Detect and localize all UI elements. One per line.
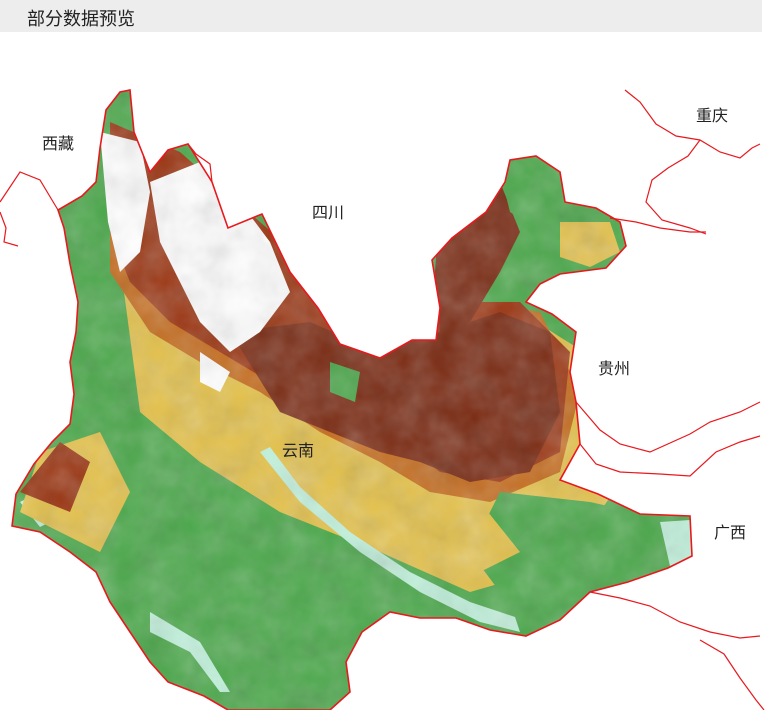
label-sichuan: 四川 <box>312 203 344 222</box>
label-yunnan: 云南 <box>282 441 314 460</box>
yunnan-elevation-fill <box>12 90 692 710</box>
map-canvas: 西藏 四川 重庆 贵州 云南 广西 <box>0 89 765 710</box>
label-chongqing: 重庆 <box>696 106 728 125</box>
elevation-map: 西藏 四川 重庆 贵州 云南 广西 <box>0 32 773 710</box>
section-title: 部分数据预览 <box>27 9 135 30</box>
label-guangxi: 广西 <box>714 523 746 542</box>
label-guizhou: 贵州 <box>598 359 630 378</box>
label-xizang: 西藏 <box>42 134 74 153</box>
section-header: 部分数据预览 <box>0 0 762 32</box>
